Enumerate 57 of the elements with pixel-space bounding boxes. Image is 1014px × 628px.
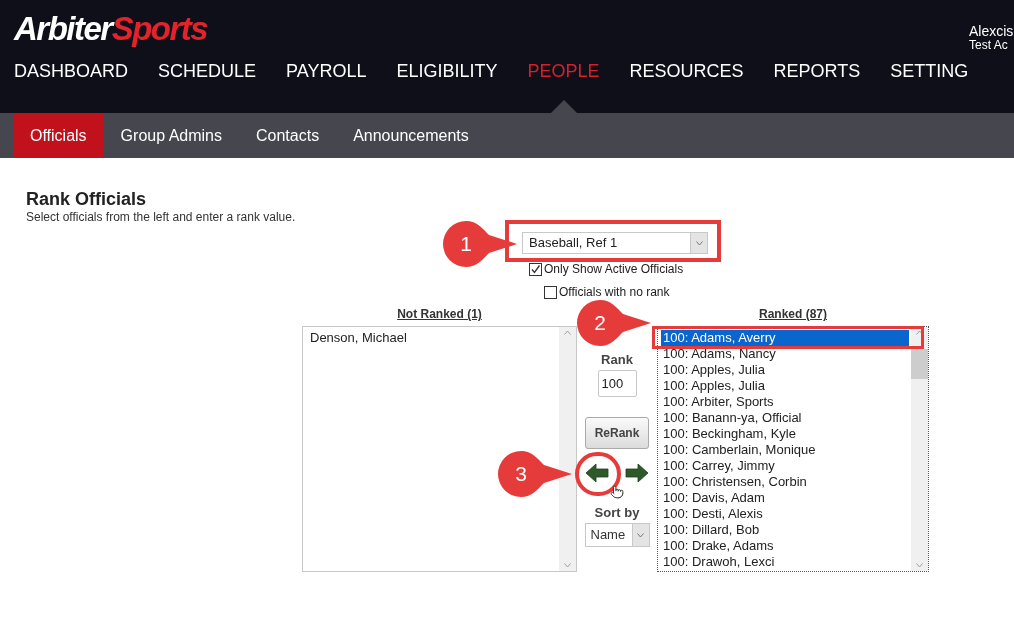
list-option[interactable]: 100: Banann-ya, Official bbox=[661, 410, 909, 426]
checkbox[interactable] bbox=[529, 262, 542, 276]
nav-tab[interactable]: PAYROLL bbox=[286, 58, 367, 84]
scroll-up-icon[interactable] bbox=[916, 330, 923, 335]
list-option[interactable]: 100: Beckingham, Kyle bbox=[661, 426, 909, 442]
nav-tab[interactable]: DASHBOARD bbox=[14, 58, 129, 84]
page-subtitle: Select officials from the left and enter a rank value. bbox=[26, 210, 297, 224]
list-option[interactable]: 100: Christensen, Corbin bbox=[661, 474, 909, 490]
list-option[interactable]: 100: Desti, Alexis bbox=[661, 506, 909, 522]
list-option[interactable]: Denson, Michael bbox=[309, 330, 559, 346]
scroll-down-icon[interactable] bbox=[564, 563, 571, 568]
checkbox-label[interactable]: Only Show Active Officials bbox=[544, 260, 684, 278]
scrollbar[interactable] bbox=[911, 327, 928, 571]
nav-tab[interactable]: RESOURCES bbox=[629, 58, 744, 84]
hand-cursor-icon bbox=[610, 485, 624, 499]
list-option[interactable]: 100: Apples, Julia bbox=[661, 378, 909, 394]
scroll-up-icon[interactable] bbox=[564, 330, 571, 335]
checkbox-label[interactable]: Officials with no rank bbox=[559, 283, 670, 301]
account-name: Test Ac bbox=[969, 39, 1009, 52]
list-option[interactable]: 100: Drake, Adams bbox=[661, 538, 909, 554]
sort-dropdown[interactable]: Name bbox=[584, 523, 650, 547]
chevron-down-icon bbox=[695, 240, 703, 246]
list-heading: Not Ranked (1) bbox=[397, 306, 482, 322]
checkbox[interactable] bbox=[544, 285, 557, 299]
nav-tab[interactable]: SCHEDULE bbox=[158, 58, 257, 84]
rank-input[interactable]: 100 bbox=[597, 370, 637, 397]
move-left-arrow-icon[interactable] bbox=[585, 463, 609, 483]
sub-tab[interactable]: Contacts bbox=[239, 113, 337, 158]
rerank-button[interactable]: ReRank bbox=[585, 417, 649, 449]
sort-label: Sort by bbox=[594, 505, 640, 521]
scrollbar-thumb[interactable] bbox=[911, 349, 928, 379]
ranked-list[interactable] bbox=[657, 326, 929, 572]
nav-tab[interactable]: REPORTS bbox=[773, 58, 861, 84]
list-option[interactable]: 100: Dillard, Bob bbox=[661, 522, 909, 538]
list-option[interactable]: 100: Davis, Adam bbox=[661, 490, 909, 506]
nav-tab[interactable]: ELIGIBILITY bbox=[396, 58, 498, 84]
rank-label: Rank bbox=[601, 352, 633, 368]
list-option[interactable]: 100: Apples, Julia bbox=[661, 362, 909, 378]
list-option[interactable]: 100: Camberlain, Monique bbox=[661, 442, 909, 458]
sub-tab[interactable]: Officials bbox=[13, 113, 104, 158]
scroll-down-icon[interactable] bbox=[916, 563, 923, 568]
sport-dropdown[interactable]: Baseball, Ref 1 bbox=[522, 232, 708, 254]
page-title: Rank Officials bbox=[26, 188, 148, 210]
list-option[interactable]: 100: Adams, Nancy bbox=[661, 346, 909, 362]
nav-tab[interactable]: SETTING bbox=[890, 58, 969, 84]
sub-tab[interactable]: Announcements bbox=[336, 113, 486, 158]
list-heading: Ranked (87) bbox=[759, 306, 827, 322]
list-option[interactable]: 100: Arbiter, Sports bbox=[661, 394, 909, 410]
user-name[interactable]: Alexcis bbox=[969, 23, 1014, 39]
logo[interactable]: ArbiterSports bbox=[14, 10, 208, 56]
list-option[interactable]: 100: Carrey, Jimmy bbox=[661, 458, 909, 474]
list-option[interactable]: 100: Adams, Averry bbox=[661, 330, 909, 346]
scrollbar[interactable] bbox=[559, 327, 576, 571]
move-right-arrow-icon[interactable] bbox=[625, 463, 649, 483]
sub-tab[interactable]: Group Admins bbox=[103, 113, 239, 158]
list-option[interactable]: 100: Drawoh, Lexci bbox=[661, 554, 909, 570]
chevron-down-icon bbox=[637, 532, 644, 538]
